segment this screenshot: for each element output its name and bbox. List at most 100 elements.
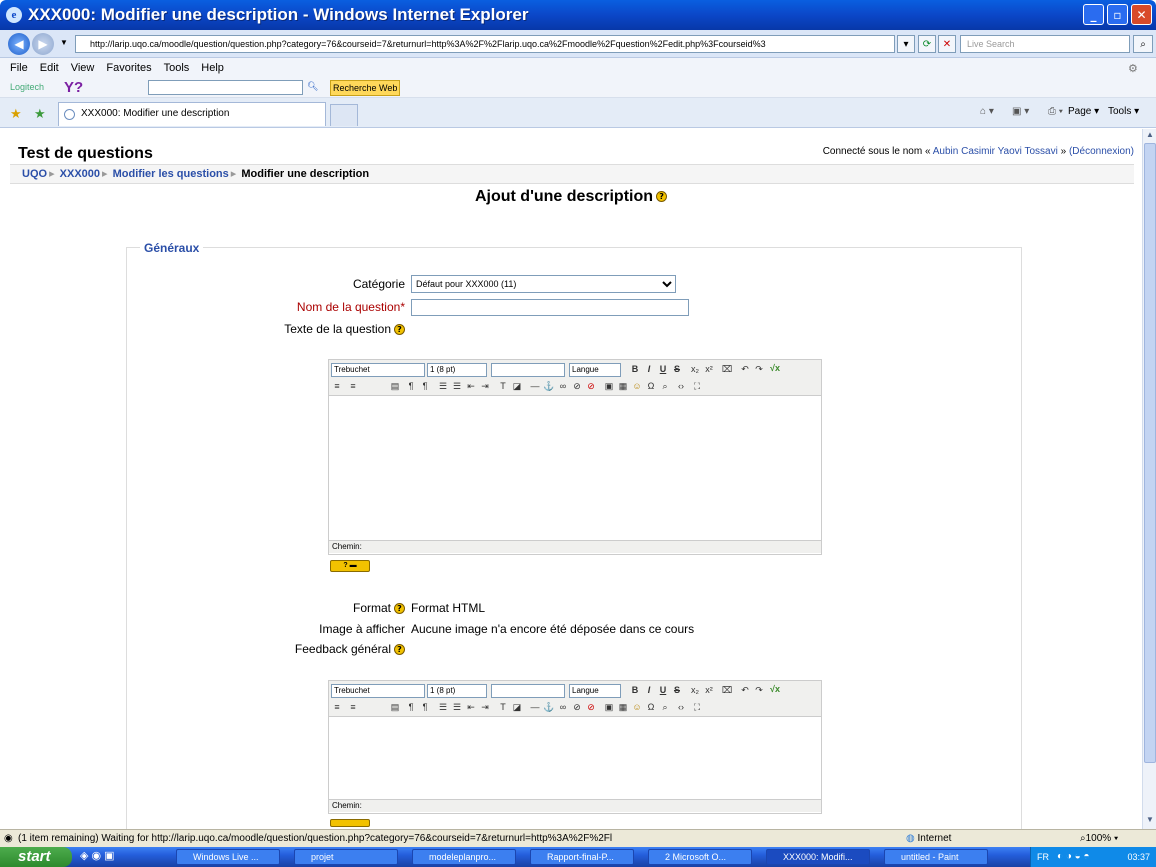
rtl-icon[interactable]: ¶ [419, 701, 431, 713]
task-modeleplanpro[interactable]: modeleplanpro... [412, 849, 516, 865]
strikethrough-icon[interactable]: S [671, 363, 683, 375]
bg-color-icon[interactable]: ◪ [511, 380, 523, 392]
back-button[interactable]: ◀ [8, 33, 30, 55]
table-icon[interactable]: ▦ [617, 380, 629, 392]
image-icon[interactable]: ▣ [603, 380, 615, 392]
superscript-icon[interactable]: x² [703, 684, 715, 696]
nolink-icon[interactable]: ⊘ [585, 380, 597, 392]
zoom-control[interactable]: ⌕100% ▾ [1080, 830, 1118, 847]
feeds-icon[interactable]: ▣ ▾ [1012, 106, 1029, 117]
print-icon[interactable]: ⎙ ▾ [1048, 106, 1063, 117]
indent-icon[interactable]: ⇥ [479, 701, 491, 713]
align-left-icon[interactable]: ≡ [331, 380, 343, 392]
superscript-icon[interactable]: x² [703, 363, 715, 375]
breadcrumb-questions[interactable]: Modifier les questions [113, 168, 229, 180]
help-icon[interactable]: ? [394, 644, 405, 656]
stop-button[interactable]: ✕ [938, 35, 956, 53]
subscript-icon[interactable]: x₂ [689, 684, 701, 696]
url-dropdown-button[interactable]: ▾ [897, 35, 915, 53]
rtl-icon[interactable]: ¶ [419, 380, 431, 392]
language-select[interactable]: Langue [569, 363, 621, 377]
help-icon[interactable]: ? [394, 603, 405, 615]
minimize-button[interactable]: _ [1083, 4, 1104, 25]
close-button[interactable]: ✕ [1131, 4, 1152, 25]
link-icon[interactable]: ∞ [557, 380, 569, 392]
link-icon[interactable]: ∞ [557, 701, 569, 713]
text-color-icon[interactable]: T [497, 701, 509, 713]
clean-word-icon[interactable]: ⌧ [721, 363, 733, 375]
scroll-thumb[interactable] [1144, 143, 1156, 763]
menu-file[interactable]: File [10, 62, 28, 74]
tab-current[interactable]: XXX000: Modifier une description [58, 102, 326, 126]
help-icon[interactable]: ? [656, 191, 668, 203]
menu-favorites[interactable]: Favorites [106, 62, 151, 74]
align-left-icon[interactable]: ≡ [331, 701, 343, 713]
fullscreen-icon[interactable]: ⛶ [691, 380, 703, 392]
url-input[interactable]: http://larip.uqo.ca/moodle/question/ques… [75, 35, 895, 53]
user-link[interactable]: Aubin Casimir Yaovi Tossavi [933, 146, 1058, 157]
anchor-icon[interactable]: ⚓ [543, 380, 555, 392]
task-microsoft-office[interactable]: 2 Microsoft O... [648, 849, 752, 865]
editor-help-button[interactable] [330, 819, 370, 827]
add-favorite-icon[interactable]: ★ [34, 106, 46, 122]
vertical-scrollbar[interactable]: ▲ ▼ [1142, 129, 1156, 829]
size-select[interactable]: 1 (8 pt) [427, 684, 487, 698]
heading-select[interactable] [491, 363, 565, 377]
task-paint[interactable]: untitled - Paint [884, 849, 988, 865]
breadcrumb-course[interactable]: XXX000 [60, 168, 100, 180]
special-char-icon[interactable]: Ω [645, 380, 657, 392]
italic-icon[interactable]: I [643, 363, 655, 375]
page-menu-button[interactable]: Page ▾ [1068, 106, 1099, 117]
underline-icon[interactable]: U [657, 684, 669, 696]
task-windows-live[interactable]: Windows Live ... [176, 849, 280, 865]
ordered-list-icon[interactable]: ☰ [437, 380, 449, 392]
task-projet[interactable]: projet [294, 849, 398, 865]
logout-link[interactable]: (Déconnexion) [1069, 146, 1134, 157]
text-color-icon[interactable]: T [497, 380, 509, 392]
justify-icon[interactable]: ▤ [389, 701, 401, 713]
align-center-icon[interactable]: ≡ [347, 380, 359, 392]
align-center-icon[interactable]: ≡ [347, 701, 359, 713]
font-select[interactable]: Trebuchet [331, 684, 425, 698]
size-select[interactable]: 1 (8 pt) [427, 363, 487, 377]
start-button[interactable]: start [0, 847, 72, 867]
menu-edit[interactable]: Edit [40, 62, 59, 74]
unlink-icon[interactable]: ⊘ [571, 701, 583, 713]
ltr-icon[interactable]: ¶ [405, 701, 417, 713]
new-tab-button[interactable] [330, 104, 358, 126]
subscript-icon[interactable]: x₂ [689, 363, 701, 375]
ltr-icon[interactable]: ¶ [405, 380, 417, 392]
live-search-input[interactable]: Live Search [960, 35, 1130, 53]
language-select[interactable]: Langue [569, 684, 621, 698]
question-text-area[interactable] [329, 396, 821, 540]
search-replace-icon[interactable]: ⌕ [659, 380, 671, 392]
horizontal-rule-icon[interactable]: — [529, 701, 541, 713]
font-select[interactable]: Trebuchet [331, 363, 425, 377]
spellcheck-icon[interactable]: √x [769, 362, 781, 374]
outdent-icon[interactable]: ⇤ [465, 701, 477, 713]
html-source-icon[interactable]: ‹› [675, 701, 687, 713]
redo-icon[interactable]: ↷ [753, 684, 765, 696]
unordered-list-icon[interactable]: ☰ [451, 380, 463, 392]
favorites-star-icon[interactable]: ★ [10, 106, 22, 122]
logitech-button[interactable]: Logitech [10, 82, 44, 92]
task-rapport-final[interactable]: Rapport-final-P... [530, 849, 634, 865]
search-replace-icon[interactable]: ⌕ [659, 701, 671, 713]
strikethrough-icon[interactable]: S [671, 684, 683, 696]
redo-icon[interactable]: ↷ [753, 363, 765, 375]
magnifier-icon[interactable]: 🔍︎ [307, 81, 318, 92]
recherche-web-button[interactable]: Recherche Web [330, 80, 401, 96]
underline-icon[interactable]: U [657, 363, 669, 375]
forward-button[interactable]: ▶ [32, 33, 54, 55]
image-icon[interactable]: ▣ [603, 701, 615, 713]
quick-launch-icons[interactable]: ◈ ◉ ▣ [80, 849, 115, 862]
menu-help[interactable]: Help [201, 62, 224, 74]
question-name-input[interactable] [411, 299, 689, 316]
toolbar-options-icon[interactable]: ⚙ [1128, 62, 1138, 75]
menu-tools[interactable]: Tools [164, 62, 190, 74]
bg-color-icon[interactable]: ◪ [511, 701, 523, 713]
window-title-bar[interactable]: e XXX000: Modifier une description - Win… [0, 0, 1156, 30]
yahoo-logo[interactable]: Y? [64, 79, 83, 96]
clean-word-icon[interactable]: ⌧ [721, 684, 733, 696]
smiley-icon[interactable]: ☺ [631, 380, 643, 392]
